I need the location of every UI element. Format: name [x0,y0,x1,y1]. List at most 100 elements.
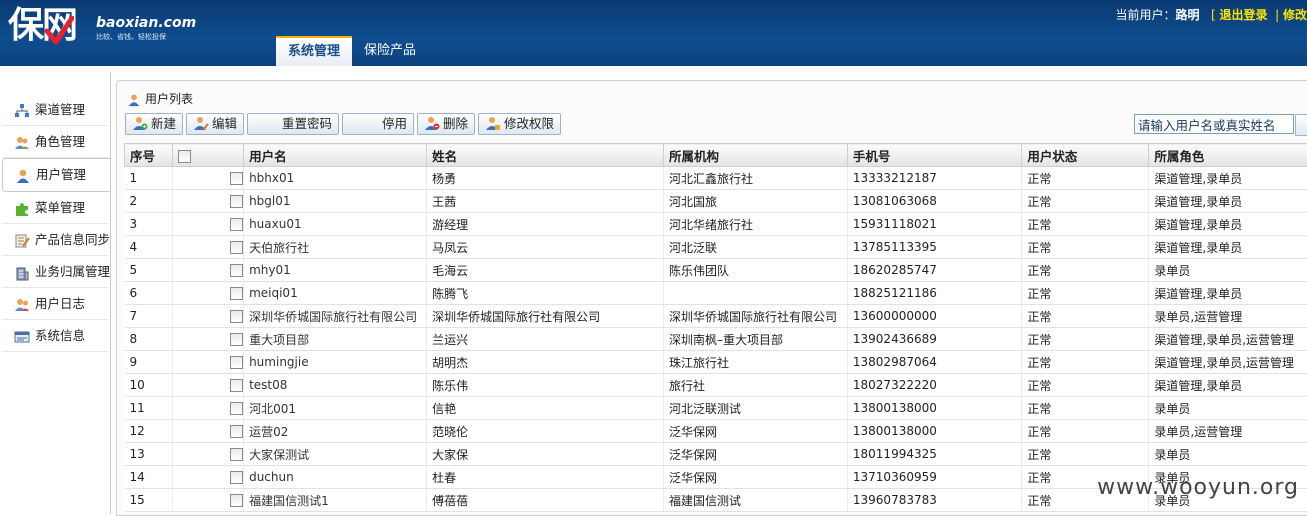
cell-phone: 13600000000 [847,305,1022,328]
sidebar-item-system-info[interactable]: 系统信息 [2,320,108,352]
cell-org: 河北国旅 [664,190,848,213]
cell-select [173,351,244,374]
disable-button-label: 停用 [382,116,407,131]
edit-permission-button[interactable]: 修改权限 [478,113,561,135]
cell-username: 运营02 [244,420,427,443]
cell-select [173,420,244,443]
row-checkbox[interactable] [230,494,243,507]
table-row[interactable]: 13大家保测试大家保泛华保网18011994325正常录单员 [125,443,1307,466]
row-checkbox[interactable] [230,356,243,369]
sidebar-item-label: 渠道管理 [35,102,85,117]
cell-org: 河北华绪旅行社 [664,213,848,236]
modify-link[interactable]: 修改 [1283,8,1307,22]
cell-username: humingjie [244,351,427,374]
column-header-username[interactable]: 用户名 [244,144,427,167]
table-row[interactable]: 1hbhx01杨勇河北汇鑫旅行社13333212187正常渠道管理,录单员 [125,167,1307,190]
user-table: 序号 用户名 姓名 所属机构 手机号 用户状态 所属角色 1hbhx01杨勇河北… [124,143,1307,512]
sidebar-item-label: 角色管理 [35,134,85,149]
cell-status: 正常 [1022,374,1149,397]
disable-button[interactable]: 停用 [342,113,414,135]
column-header-name[interactable]: 姓名 [427,144,664,167]
column-header-phone[interactable]: 手机号 [847,144,1022,167]
row-checkbox[interactable] [230,379,243,392]
table-row[interactable]: 8重大项目部兰运兴深圳南枫–重大项目部13902436689正常渠道管理,录单员… [125,328,1307,351]
cell-select [173,489,244,512]
table-row[interactable]: 9humingjie胡明杰珠江旅行社13802987064正常渠道管理,录单员,… [125,351,1307,374]
cell-phone: 13785113395 [847,236,1022,259]
cell-username: 河北001 [244,397,427,420]
cell-username: huaxu01 [244,213,427,236]
cell-no: 15 [125,489,173,512]
cell-phone: 13802987064 [847,351,1022,374]
row-checkbox[interactable] [230,448,243,461]
cell-username: 深圳华侨城国际旅行社有限公司 [244,305,427,328]
cell-name: 杨勇 [427,167,664,190]
table-row[interactable]: 7深圳华侨城国际旅行社有限公司深圳华侨城国际旅行社有限公司深圳华侨城国际旅行社有… [125,305,1307,328]
column-header-select[interactable] [173,144,244,167]
tab-system-management[interactable]: 系统管理 [276,36,352,66]
table-row[interactable]: 11河北001信艳河北泛联测试13800138000正常录单员 [125,397,1307,420]
table-row[interactable]: 10test08陈乐伟旅行社18027322220正常渠道管理,录单员 [125,374,1307,397]
sidebar-item-product-sync[interactable]: 产品信息同步 [2,224,108,256]
cell-status: 正常 [1022,443,1149,466]
cell-role: 录单员 [1149,397,1307,420]
sidebar-item-channel[interactable]: 渠道管理 [2,94,108,126]
puzzle-icon [14,201,30,217]
table-header-row: 序号 用户名 姓名 所属机构 手机号 用户状态 所属角色 [125,144,1307,167]
sidebar-item-business-attribution[interactable]: 业务归属管理 [2,256,108,288]
watermark: www.wooyun.org [1097,475,1299,500]
cell-org: 珠江旅行社 [664,351,848,374]
cell-role: 渠道管理,录单员 [1149,213,1307,236]
sidebar-item-role[interactable]: 角色管理 [2,126,108,158]
cell-org: 深圳南枫–重大项目部 [664,328,848,351]
logo-domain: baoxian.com [96,15,196,31]
row-checkbox[interactable] [230,264,243,277]
cell-name: 杜春 [427,466,664,489]
logout-link[interactable]: 退出登录 [1219,8,1267,22]
app-header: 保网 baoxian.com 比较、省钱、轻松投保 当前用户：路明 [ 退出登录… [0,0,1307,66]
row-checkbox[interactable] [230,333,243,346]
search-input[interactable] [1134,114,1294,134]
table-row[interactable]: 3huaxu01游经理河北华绪旅行社15931118021正常渠道管理,录单员 [125,213,1307,236]
cell-name: 陈乐伟 [427,374,664,397]
table-row[interactable]: 12运营02范晓伦泛华保网13800138000正常录单员,运营管理 [125,420,1307,443]
row-checkbox[interactable] [230,218,243,231]
column-header-role[interactable]: 所属角色 [1149,144,1307,167]
cell-name: 毛海云 [427,259,664,282]
cell-select [173,282,244,305]
cell-status: 正常 [1022,167,1149,190]
row-checkbox[interactable] [230,310,243,323]
sidebar-item-user[interactable]: 用户管理 [2,158,110,192]
cell-status: 正常 [1022,420,1149,443]
tab-insurance-products[interactable]: 保险产品 [352,36,428,66]
delete-button[interactable]: 删除 [417,113,475,135]
row-checkbox[interactable] [230,402,243,415]
new-button[interactable]: 新建 [125,113,183,135]
table-row[interactable]: 5mhy01毛海云陈乐伟团队18620285747正常录单员 [125,259,1307,282]
search-button[interactable] [1295,114,1307,136]
row-checkbox[interactable] [230,195,243,208]
cell-status: 正常 [1022,282,1149,305]
table-row[interactable]: 4天伯旅行社马凤云河北泛联13785113395正常渠道管理,录单员 [125,236,1307,259]
row-checkbox[interactable] [230,425,243,438]
cell-role: 渠道管理,录单员 [1149,374,1307,397]
select-all-checkbox[interactable] [178,150,191,163]
column-header-no[interactable]: 序号 [125,144,173,167]
column-header-org[interactable]: 所属机构 [664,144,848,167]
row-checkbox[interactable] [230,471,243,484]
row-checkbox[interactable] [230,287,243,300]
table-row[interactable]: 2hbgl01王茜河北国旅13081063068正常渠道管理,录单员 [125,190,1307,213]
row-checkbox[interactable] [230,241,243,254]
reset-password-button[interactable]: 重置密码 [247,113,339,135]
cell-username: hbgl01 [244,190,427,213]
cell-select [173,190,244,213]
row-checkbox[interactable] [230,172,243,185]
edit-user-icon [193,115,209,131]
cell-name: 大家保 [427,443,664,466]
sidebar-item-menu[interactable]: 菜单管理 [2,192,108,224]
cell-select [173,213,244,236]
table-row[interactable]: 6meiqi01陈腾飞18825121186正常渠道管理,录单员 [125,282,1307,305]
column-header-status[interactable]: 用户状态 [1022,144,1149,167]
sidebar-item-user-log[interactable]: 用户日志 [2,288,108,320]
edit-button[interactable]: 编辑 [186,113,244,135]
